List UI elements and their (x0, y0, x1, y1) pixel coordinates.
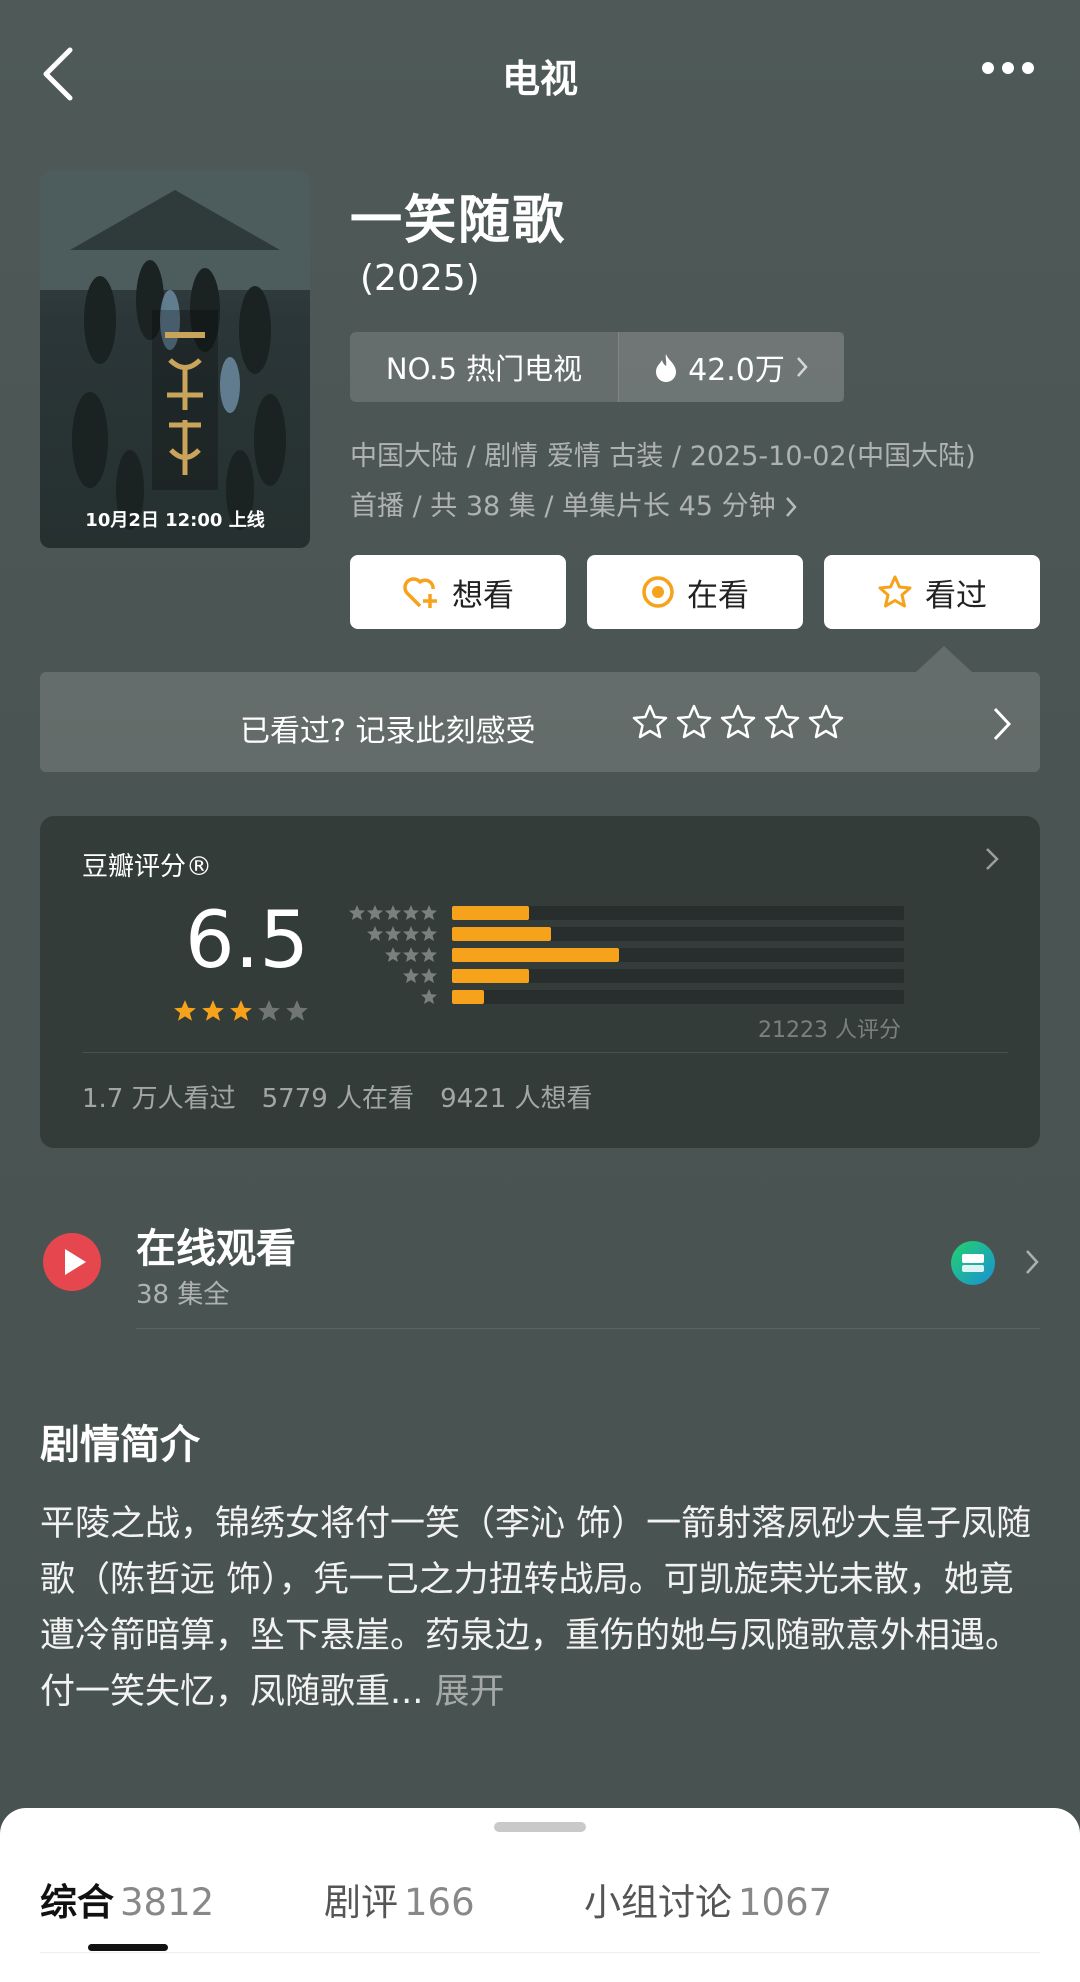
flame-icon (656, 354, 677, 382)
mini-stars-icon (403, 968, 437, 983)
record-prompt: 已看过? 记录此刻感受 (240, 714, 536, 749)
play-icon[interactable] (42, 1232, 102, 1292)
poster-image[interactable]: 10月2日 12:00 上线 (40, 170, 310, 548)
want-to-watch-button[interactable]: 想看 (350, 555, 566, 629)
star-outline-icon (878, 575, 912, 608)
heat-indicator[interactable]: 42.0万 (618, 332, 844, 402)
watching-label: 在看 (687, 577, 749, 614)
rank-label: NO.5 热门电视 (385, 352, 583, 386)
rating-stats: 1.7 万人看过 5779 人在看 9421 人想看 (82, 1078, 593, 1115)
distribution-fill (452, 969, 529, 983)
online-watch-title[interactable]: 在线观看 (136, 1216, 296, 1274)
record-star-rating[interactable] (630, 702, 846, 742)
heat-value: 42.0万 (688, 353, 785, 388)
distribution-fill (452, 927, 551, 941)
tab-reviews[interactable]: 剧评 166 (324, 1872, 475, 1926)
record-pointer (916, 646, 972, 672)
star-outline-icon[interactable] (718, 702, 758, 742)
rating-count: 21223 人评分 (758, 1018, 901, 1043)
online-watch-episodes: 38 集全 (136, 1280, 230, 1310)
chevron-right-icon[interactable] (1024, 1248, 1040, 1276)
star-empty-icon (286, 1000, 308, 1021)
watched-label: 看过 (925, 577, 987, 614)
want-count[interactable]: 9421 人想看 (440, 1078, 592, 1115)
poster-caption: 10月2日 12:00 上线 (85, 510, 265, 531)
star-outline-icon[interactable] (806, 702, 846, 742)
synopsis-body: 平陵之战，锦绣女将付一笑（李沁 饰）一箭射落夙砂大皇子凤随歌（陈哲远 饰），凭一… (40, 1504, 1032, 1712)
poster-title-calligraphy (165, 332, 205, 475)
meta-line-2: 首播 / 共 38 集 / 单集片长 45 分钟 (350, 491, 776, 522)
mini-stars-icon (421, 989, 437, 1004)
divider (82, 1052, 1008, 1053)
show-title: 一笑随歌 (350, 191, 567, 251)
star-outline-icon[interactable] (674, 702, 714, 742)
mini-stars-icon (385, 947, 437, 962)
distribution-fill (452, 948, 619, 962)
chevron-right-icon (796, 357, 808, 377)
watched-count[interactable]: 1.7 万人看过 (82, 1078, 236, 1115)
divider (40, 1952, 1040, 1953)
star-outline-icon[interactable] (762, 702, 802, 742)
divider (136, 1328, 1040, 1329)
watching-button[interactable]: 在看 (587, 555, 803, 629)
page-title: 电视 (501, 57, 578, 101)
synopsis-text: 平陵之战，锦绣女将付一笑（李沁 饰）一箭射落夙砂大皇子凤随歌（陈哲远 饰），凭一… (40, 1496, 1040, 1720)
want-label: 想看 (452, 577, 514, 614)
iqiyi-icon[interactable] (950, 1240, 996, 1286)
star-empty-icon (258, 1000, 280, 1021)
distribution-fill (452, 906, 529, 920)
mini-stars-icon (349, 905, 437, 920)
mini-stars-icon (367, 926, 437, 941)
rating-score: 6.5 (185, 896, 310, 986)
meta-line-1: 中国大陆 / 剧情 爱情 古装 / 2025-10-02(中国大陆) (350, 441, 976, 472)
show-year: (2025) (360, 258, 480, 299)
rating-label: 豆瓣评分® (82, 852, 213, 882)
record-feeling-bar[interactable] (40, 672, 1040, 772)
watched-button[interactable]: 看过 (824, 555, 1040, 629)
active-tab-indicator (88, 1944, 168, 1951)
distribution-fill (452, 990, 484, 1004)
star-outline-icon[interactable] (630, 702, 670, 742)
star-filled-icon (202, 1000, 224, 1021)
chevron-right-icon[interactable] (990, 704, 1014, 744)
synopsis-heading: 剧情简介 (40, 1422, 200, 1468)
heart-plus-icon (403, 577, 437, 608)
target-icon (642, 576, 674, 608)
chevron-right-icon[interactable] (984, 846, 1000, 872)
tab-overview[interactable]: 综合 3812 (40, 1872, 214, 1926)
tab-group-discussion[interactable]: 小组讨论 1067 (584, 1872, 832, 1926)
show-meta[interactable]: 中国大陆 / 剧情 爱情 古装 / 2025-10-02(中国大陆) 首播 / … (350, 432, 1050, 532)
more-options-icon[interactable] (980, 60, 1036, 76)
score-stars (172, 998, 310, 1024)
watching-count[interactable]: 5779 人在看 (262, 1078, 414, 1115)
expand-link[interactable]: 展开 (435, 1672, 505, 1712)
star-filled-icon (174, 1000, 196, 1021)
star-filled-icon (230, 1000, 252, 1021)
rank-heat-bar[interactable]: NO.5 热门电视 42.0万 (350, 332, 844, 402)
chevron-right-icon (785, 497, 797, 517)
distribution-track (452, 990, 904, 1004)
drag-handle[interactable] (494, 1822, 586, 1832)
